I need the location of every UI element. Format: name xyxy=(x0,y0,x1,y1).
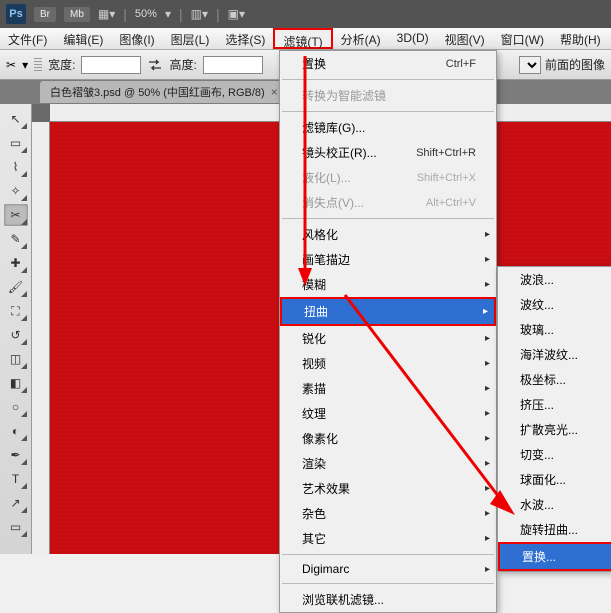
brush-tool[interactable]: 🖌 xyxy=(4,276,28,298)
distort-submenu: 波浪... 波纹... 玻璃... 海洋波纹... 极坐标... 挤压... 扩… xyxy=(497,266,611,572)
distort-wave[interactable]: 波浪... xyxy=(498,267,611,292)
app-titlebar: Ps Br Mb ▦▾ | 50% ▾ | ▥▾ | ▣▾ xyxy=(0,0,611,28)
filter-texture[interactable]: 纹理 xyxy=(280,401,496,426)
filter-blur[interactable]: 模糊 xyxy=(280,272,496,297)
move-tool[interactable]: ↖ xyxy=(4,108,28,130)
crop-tool-icon: ✂ xyxy=(6,58,16,72)
filter-brush[interactable]: 画笔描边 xyxy=(280,247,496,272)
distort-ocean[interactable]: 海洋波纹... xyxy=(498,342,611,367)
wand-tool[interactable]: ✧ xyxy=(4,180,28,202)
shape-tool[interactable]: ▭ xyxy=(4,516,28,538)
filter-dropdown: 置换Ctrl+F 转换为智能滤镜 滤镜库(G)... 镜头校正(R)...Shi… xyxy=(279,50,497,613)
menu-edit[interactable]: 编辑(E) xyxy=(55,28,111,49)
crop-tool[interactable]: ✂ xyxy=(4,204,28,226)
height-input[interactable] xyxy=(203,56,263,74)
grip-icon xyxy=(34,58,42,72)
menu-window[interactable]: 窗口(W) xyxy=(493,28,552,49)
marquee-tool[interactable]: ▭ xyxy=(4,132,28,154)
document-tab[interactable]: 白色褶皱3.psd @ 50% (中国红画布, RGB/8) × xyxy=(40,81,288,103)
preset-select[interactable] xyxy=(519,56,541,74)
menubar: 文件(F) 编辑(E) 图像(I) 图层(L) 选择(S) 滤镜(T) 分析(A… xyxy=(0,28,611,50)
filter-vanish: 消失点(V)...Alt+Ctrl+V xyxy=(280,190,496,215)
menu-file[interactable]: 文件(F) xyxy=(0,28,55,49)
filter-repeat[interactable]: 置换Ctrl+F xyxy=(280,51,496,76)
distort-spherize[interactable]: 球面化... xyxy=(498,467,611,492)
filter-lens[interactable]: 镜头校正(R)...Shift+Ctrl+R xyxy=(280,140,496,165)
filter-smart: 转换为智能滤镜 xyxy=(280,83,496,108)
history-brush-tool[interactable]: ↺ xyxy=(4,324,28,346)
menu-select[interactable]: 选择(S) xyxy=(217,28,273,49)
filter-sharpen[interactable]: 锐化 xyxy=(280,326,496,351)
distort-displace[interactable]: 置换... xyxy=(498,542,611,571)
ruler-vertical xyxy=(32,122,50,554)
blur-tool[interactable]: ○ xyxy=(4,396,28,418)
menu-analysis[interactable]: 分析(A) xyxy=(333,28,389,49)
bridge-button[interactable]: Br xyxy=(34,7,56,22)
filter-pixelate[interactable]: 像素化 xyxy=(280,426,496,451)
distort-diffuse[interactable]: 扩散亮光... xyxy=(498,417,611,442)
menu-layer[interactable]: 图层(L) xyxy=(163,28,218,49)
lasso-tool[interactable]: ⌇ xyxy=(4,156,28,178)
type-tool[interactable]: T xyxy=(4,468,28,490)
width-label: 宽度: xyxy=(48,56,75,73)
stamp-tool[interactable]: ⛶ xyxy=(4,300,28,322)
filter-browse[interactable]: 浏览联机滤镜... xyxy=(280,587,496,612)
ps-logo: Ps xyxy=(6,4,26,24)
filter-distort[interactable]: 扭曲 xyxy=(280,297,496,326)
arrange-docs-icon[interactable]: ▣▾ xyxy=(228,7,245,21)
screen-mode-icon[interactable]: ▦▾ xyxy=(98,7,115,21)
filter-liquify: 液化(L)...Shift+Ctrl+X xyxy=(280,165,496,190)
filter-video[interactable]: 视频 xyxy=(280,351,496,376)
view-extras-icon[interactable]: ▥▾ xyxy=(191,7,208,21)
filter-digimarc[interactable]: Digimarc xyxy=(280,558,496,580)
filter-noise[interactable]: 杂色 xyxy=(280,501,496,526)
menu-filter[interactable]: 滤镜(T) xyxy=(273,28,332,49)
distort-ripple[interactable]: 波纹... xyxy=(498,292,611,317)
width-input[interactable] xyxy=(81,56,141,74)
menu-3d[interactable]: 3D(D) xyxy=(389,28,437,49)
path-tool[interactable]: ↗ xyxy=(4,492,28,514)
document-title: 白色褶皱3.psd @ 50% (中国红画布, RGB/8) xyxy=(50,84,265,100)
distort-pinch[interactable]: 挤压... xyxy=(498,392,611,417)
filter-stylize[interactable]: 风格化 xyxy=(280,222,496,247)
menu-help[interactable]: 帮助(H) xyxy=(552,28,609,49)
heal-tool[interactable]: ✚ xyxy=(4,252,28,274)
eyedropper-tool[interactable]: ✎ xyxy=(4,228,28,250)
minibridge-button[interactable]: Mb xyxy=(64,7,90,22)
pen-tool[interactable]: ✒ xyxy=(4,444,28,466)
filter-other[interactable]: 其它 xyxy=(280,526,496,551)
toolbox: ↖ ▭ ⌇ ✧ ✂ ✎ ✚ 🖌 ⛶ ↺ ◫ ◧ ○ ◐ ✒ T ↗ ▭ xyxy=(0,104,32,554)
gradient-tool[interactable]: ◧ xyxy=(4,372,28,394)
filter-render[interactable]: 渲染 xyxy=(280,451,496,476)
filter-gallery[interactable]: 滤镜库(G)... xyxy=(280,115,496,140)
swap-icon[interactable] xyxy=(147,57,163,73)
menu-view[interactable]: 视图(V) xyxy=(437,28,493,49)
close-tab-icon[interactable]: × xyxy=(271,85,278,99)
filter-sketch[interactable]: 素描 xyxy=(280,376,496,401)
distort-polar[interactable]: 极坐标... xyxy=(498,367,611,392)
menu-image[interactable]: 图像(I) xyxy=(111,28,162,49)
distort-glass[interactable]: 玻璃... xyxy=(498,317,611,342)
filter-artistic[interactable]: 艺术效果 xyxy=(280,476,496,501)
height-label: 高度: xyxy=(169,56,196,73)
zoom-level[interactable]: 50% xyxy=(135,8,157,20)
eraser-tool[interactable]: ◫ xyxy=(4,348,28,370)
dodge-tool[interactable]: ◐ xyxy=(4,420,28,442)
distort-water[interactable]: 水波... xyxy=(498,492,611,517)
distort-twirl[interactable]: 旋转扭曲... xyxy=(498,517,611,542)
front-image-label[interactable]: 前面的图像 xyxy=(545,56,605,73)
distort-shear[interactable]: 切变... xyxy=(498,442,611,467)
